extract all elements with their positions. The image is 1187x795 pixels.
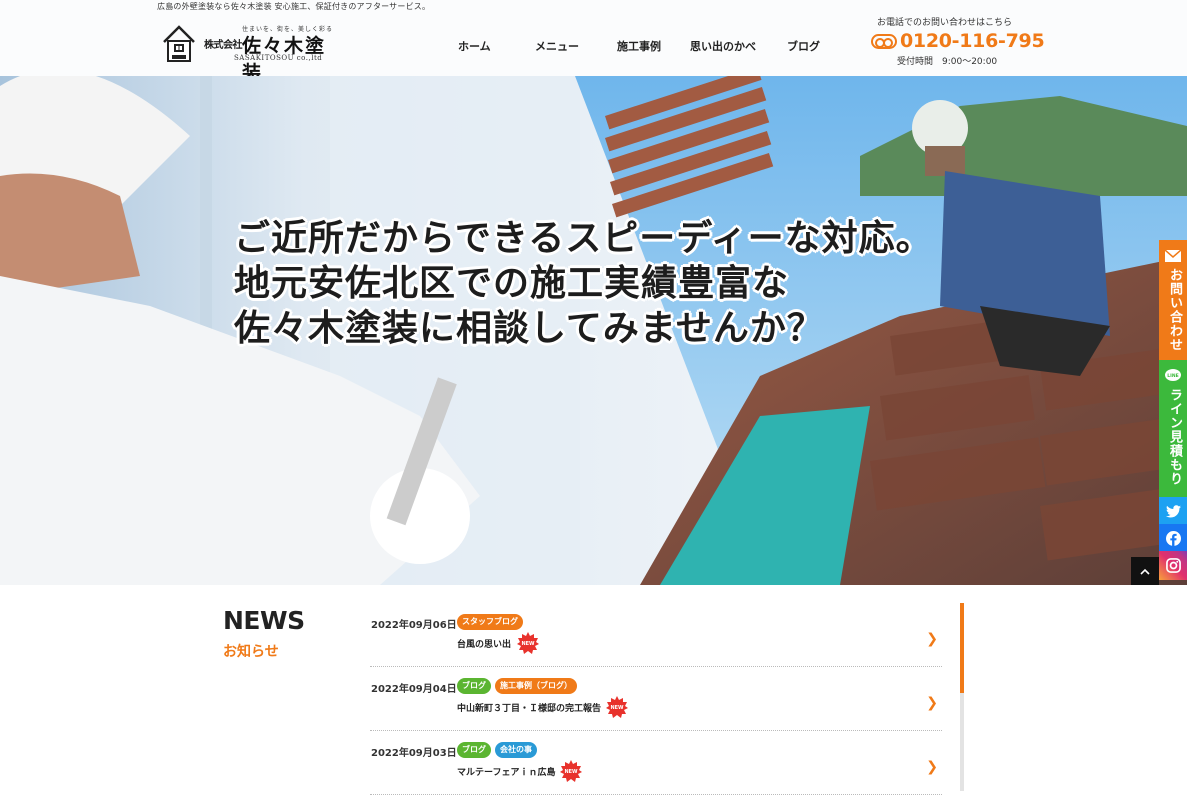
mail-icon [1165,248,1181,264]
twitter-icon [1165,503,1181,519]
nav-works[interactable]: 施工事例 [617,38,661,54]
news-tag[interactable]: 施工事例（ブログ） [495,678,577,694]
new-badge-icon: NEW [517,632,539,654]
news-tag[interactable]: ブログ [457,742,491,758]
news-tags: ブログ 施工事例（ブログ） [457,678,577,694]
freedial-icon [871,33,897,49]
hero-catchcopy: ご近所だからできるスピーディーな対応。 地元安佐北区での施工実績豊富な 佐々木塗… [234,216,994,351]
site-header: 広島の外壁塗装なら佐々木塗装 安心施工、保証付きのアフターサービス。 住まいを、… [0,0,1187,84]
new-badge-label: NEW [521,641,535,647]
news-scrollbar[interactable] [960,603,964,791]
new-badge-label: NEW [564,769,578,775]
news-headline[interactable]: 台風の思い出 [457,637,511,650]
nav-home[interactable]: ホーム [458,38,491,54]
news-date: 2022年09月04日 [371,684,457,695]
side-floating-menu: お問い合わせ LINE ライン見積もり [1159,240,1187,580]
svg-text:LINE: LINE [1167,373,1178,379]
side-twitter-button[interactable] [1159,497,1187,524]
hero-line-2: 地元安佐北区での施工実績豊富な [234,263,790,304]
chevron-right-icon[interactable]: ❯ [926,631,938,647]
phone-link[interactable]: 0120-116-795 [871,30,1045,52]
news-tag[interactable]: ブログ [457,678,491,694]
side-instagram-button[interactable] [1159,551,1187,580]
chevron-up-icon [1140,568,1150,575]
news-tag[interactable]: スタッフブログ [457,614,523,630]
instagram-icon [1165,557,1181,573]
new-badge-icon: NEW [606,696,628,718]
header-tagline: 広島の外壁塗装なら佐々木塗装 安心施工、保証付きのアフターサービス。 [157,2,431,11]
news-item[interactable]: 2022年09月03日 ブログ 会社の事 マルテーフェアｉｎ広島 NEW ❯ [370,731,942,795]
logo-roman-name: SASAKITOSOU co.,ltd [234,54,323,62]
news-heading: NEWS [223,606,305,635]
new-badge-icon: NEW [560,760,582,782]
news-headline[interactable]: 中山新町３丁目・Ｉ様邸の完工報告 [457,701,601,714]
news-tags: ブログ 会社の事 [457,742,537,758]
chevron-right-icon[interactable]: ❯ [926,695,938,711]
news-list: 2022年09月06日 スタッフブログ 台風の思い出 NEW ❯ 2022年09… [370,603,942,795]
hero-line-1: ご近所だからできるスピーディーな対応。 [234,218,933,259]
side-facebook-button[interactable] [1159,524,1187,551]
phone-number: 0120-116-795 [900,30,1045,52]
hero-banner: ご近所だからできるスピーディーな対応。 地元安佐北区での施工実績豊富な 佐々木塗… [0,76,1187,585]
page-top-button[interactable] [1131,557,1159,585]
news-item[interactable]: 2022年09月04日 ブログ 施工事例（ブログ） 中山新町３丁目・Ｉ様邸の完工… [370,667,942,731]
side-line-button[interactable]: LINE ライン見積もり [1159,360,1187,497]
new-badge-label: NEW [610,705,624,711]
side-contact-button[interactable]: お問い合わせ [1159,240,1187,360]
business-hours: 受付時間 9:00〜20:00 [897,57,998,67]
news-tags: スタッフブログ [457,614,523,630]
news-tag[interactable]: 会社の事 [495,742,537,758]
news-date: 2022年09月06日 [371,620,457,631]
news-item[interactable]: 2022年09月06日 スタッフブログ 台風の思い出 NEW ❯ [370,603,942,667]
news-headline[interactable]: マルテーフェアｉｎ広島 [457,765,555,778]
contact-note: お電話でのお問い合わせはこちら [877,18,1013,28]
news-scrollbar-thumb[interactable] [960,603,964,693]
side-line-label: ライン見積もり [1167,388,1182,486]
nav-menu[interactable]: メニュー [535,38,579,54]
nav-blog[interactable]: ブログ [787,38,820,54]
chevron-right-icon[interactable]: ❯ [926,759,938,775]
news-date: 2022年09月03日 [371,748,457,759]
hero-line-3: 佐々木塗装に相談してみませんか？ [234,308,824,349]
news-subheading: お知らせ [223,644,279,660]
line-icon: LINE [1165,368,1181,384]
side-contact-label: お問い合わせ [1167,268,1182,352]
facebook-icon [1165,530,1181,546]
nav-memory-wall[interactable]: 思い出のかべ [690,38,756,54]
